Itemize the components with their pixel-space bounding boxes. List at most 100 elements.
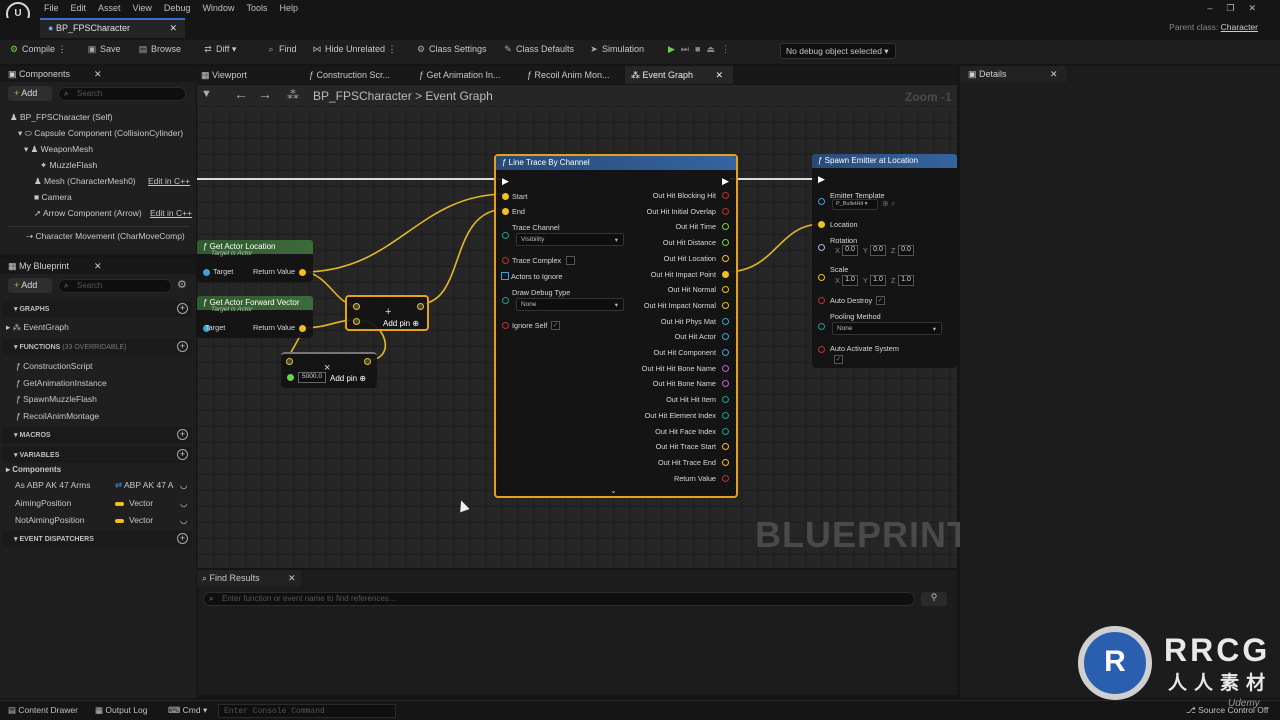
- tab-event-graph[interactable]: ⁂ Event Graph ✕: [625, 66, 733, 84]
- graph-canvas[interactable]: ƒ Get Actor Location Target is Actor Tar…: [197, 106, 957, 568]
- add-graph-icon[interactable]: +: [177, 303, 188, 314]
- component-item-self[interactable]: ♟ BP_FPSCharacter (Self): [10, 112, 113, 123]
- output-pin[interactable]: [722, 254, 729, 262]
- output-pin[interactable]: [722, 333, 729, 341]
- close-icon[interactable]: ✕: [94, 261, 102, 272]
- back-arrow-icon[interactable]: ←: [234, 86, 248, 102]
- functions-section[interactable]: ▾ FUNCTIONS (33 OVERRIDABLE): [2, 339, 192, 355]
- emitter-template-pin[interactable]: [818, 198, 825, 205]
- tab-get-animation-instance[interactable]: ƒ Get Animation In...: [419, 70, 501, 80]
- settings-gear-icon[interactable]: ⚙: [177, 278, 187, 291]
- output-pin[interactable]: [417, 303, 424, 310]
- component-item-arrow[interactable]: ➚ Arrow Component (Arrow): [34, 208, 142, 219]
- menu-item-file[interactable]: File: [38, 1, 65, 15]
- find-results-tab[interactable]: ⌕ Find Results ✕: [197, 570, 301, 586]
- output-pin[interactable]: [722, 443, 729, 451]
- tab-recoil-anim-montage[interactable]: ƒ Recoil Anim Mon...: [527, 70, 610, 80]
- output-pin[interactable]: [722, 317, 729, 325]
- output-pin[interactable]: [722, 286, 729, 294]
- diff-button[interactable]: ⇄ Diff ▾: [202, 44, 236, 60]
- function-item[interactable]: ƒ RecoilAnimMontage: [16, 411, 99, 421]
- output-pin[interactable]: [722, 223, 729, 231]
- menu-item-debug[interactable]: Debug: [158, 1, 197, 15]
- scale-z-input[interactable]: 1.0: [898, 275, 914, 286]
- add-member-button[interactable]: + Add: [8, 278, 52, 293]
- graph-item-eventgraph[interactable]: ▸ ⁂ EventGraph: [6, 322, 69, 333]
- location-pin[interactable]: [818, 221, 825, 228]
- visibility-eye-icon[interactable]: ◡: [180, 498, 187, 509]
- component-item-camera[interactable]: ■ Camera: [34, 192, 72, 202]
- find-button[interactable]: ⌕ Find: [265, 44, 296, 60]
- output-pin[interactable]: [722, 411, 729, 419]
- output-pin[interactable]: [722, 474, 729, 482]
- component-item-movement[interactable]: ⇢ Character Movement (CharMoveComp): [26, 231, 185, 242]
- exec-in-pin[interactable]: ▶: [818, 174, 825, 185]
- draw-debug-dropdown[interactable]: None ▾: [516, 298, 624, 311]
- debug-object-dropdown[interactable]: No debug object selected ▾: [780, 43, 896, 59]
- node-add-vector[interactable]: + Add pin ⊕: [345, 295, 429, 331]
- close-icon[interactable]: ✕: [1050, 69, 1058, 80]
- menu-item-view[interactable]: View: [127, 1, 158, 15]
- content-drawer-button[interactable]: ▤ Content Drawer: [8, 705, 78, 716]
- variable-item[interactable]: AimingPosition: [15, 498, 71, 508]
- component-item-weaponmesh[interactable]: ▾ ♟ WeaponMesh: [24, 144, 93, 155]
- trace-complex-checkbox[interactable]: [566, 256, 575, 265]
- visibility-eye-icon[interactable]: ◡: [180, 480, 187, 491]
- auto-activate-checkbox[interactable]: ✓: [834, 355, 843, 364]
- output-pin[interactable]: [364, 358, 371, 365]
- breadcrumb-root[interactable]: BP_FPSCharacter: [313, 89, 412, 103]
- close-icon[interactable]: ✕: [94, 69, 102, 80]
- rotation-x-input[interactable]: 0.0: [842, 245, 858, 256]
- class-defaults-button[interactable]: ✎ Class Defaults: [502, 44, 574, 60]
- node-spawn-emitter-at-location[interactable]: ƒ Spawn Emitter at Location ▶ Emitter Te…: [812, 154, 957, 368]
- add-pin-button[interactable]: Add pin ⊕: [330, 374, 366, 383]
- output-pin[interactable]: [722, 458, 729, 466]
- scale-x-input[interactable]: 1.0: [842, 275, 858, 286]
- tab-viewport[interactable]: ▦ Viewport: [201, 70, 247, 81]
- save-button[interactable]: ▣ Save: [86, 44, 121, 60]
- node-multiply[interactable]: × 5000.0 Add pin ⊕: [281, 352, 377, 388]
- draw-debug-pin[interactable]: [502, 297, 509, 304]
- return-value-pin[interactable]: [299, 325, 306, 332]
- variable-type[interactable]: ⇄ ABP AK 47 A: [115, 480, 173, 491]
- add-pin-button[interactable]: Add pin ⊕: [383, 319, 419, 328]
- console-command-input[interactable]: Enter Console Command: [218, 704, 396, 718]
- output-log-button[interactable]: ▦ Output Log: [95, 705, 147, 716]
- function-item[interactable]: ƒ ConstructionScript: [16, 361, 93, 371]
- target-pin[interactable]: [203, 269, 210, 276]
- input-pin[interactable]: [353, 318, 360, 325]
- auto-activate-pin[interactable]: [818, 346, 825, 353]
- function-item[interactable]: ƒ GetAnimationInstance: [16, 378, 107, 388]
- stop-icon[interactable]: ■: [695, 44, 706, 54]
- variable-item[interactable]: NotAimingPosition: [15, 515, 84, 525]
- pooling-method-dropdown[interactable]: None ▾: [832, 322, 942, 335]
- close-icon[interactable]: ✕: [288, 573, 296, 584]
- bookmark-icon[interactable]: ▼: [201, 88, 212, 100]
- output-pin[interactable]: [722, 301, 729, 309]
- menu-item-asset[interactable]: Asset: [92, 1, 127, 15]
- component-item-capsule[interactable]: ▾ ⬭ Capsule Component (CollisionCylinder…: [18, 128, 183, 139]
- rotation-z-input[interactable]: 0.0: [898, 245, 914, 256]
- component-item-mesh[interactable]: ♟ Mesh (CharacterMesh0): [34, 176, 136, 187]
- auto-destroy-checkbox[interactable]: ✓: [876, 296, 885, 305]
- close-icon[interactable]: ✕: [169, 23, 177, 34]
- output-pin[interactable]: [722, 207, 729, 215]
- exec-out-pin[interactable]: ▶: [722, 176, 729, 187]
- end-pin[interactable]: [502, 208, 509, 215]
- function-item[interactable]: ƒ SpawnMuzzleFlash: [16, 394, 97, 404]
- ignore-self-pin[interactable]: [502, 322, 509, 329]
- binoculars-icon[interactable]: ⚲: [921, 592, 947, 606]
- trace-channel-dropdown[interactable]: Visibility ▾: [516, 233, 624, 246]
- menu-item-edit[interactable]: Edit: [65, 1, 93, 15]
- eject-icon[interactable]: ⏏: [706, 44, 721, 54]
- trace-channel-pin[interactable]: [502, 232, 509, 239]
- class-settings-button[interactable]: ⚙ Class Settings: [415, 44, 487, 60]
- asset-tab[interactable]: ● BP_FPSCharacter ✕: [40, 18, 185, 38]
- scale-pin[interactable]: [818, 274, 825, 281]
- node-line-trace-by-channel[interactable]: ƒ Line Trace By Channel ▶ ▶ Start End Tr…: [494, 154, 738, 498]
- node-get-actor-forward-vector[interactable]: ƒ Get Actor Forward Vector Target is Act…: [197, 296, 313, 338]
- close-icon[interactable]: ✕: [715, 70, 723, 81]
- output-pin[interactable]: [722, 192, 729, 199]
- output-pin[interactable]: [722, 396, 729, 404]
- menu-item-tools[interactable]: Tools: [240, 1, 273, 15]
